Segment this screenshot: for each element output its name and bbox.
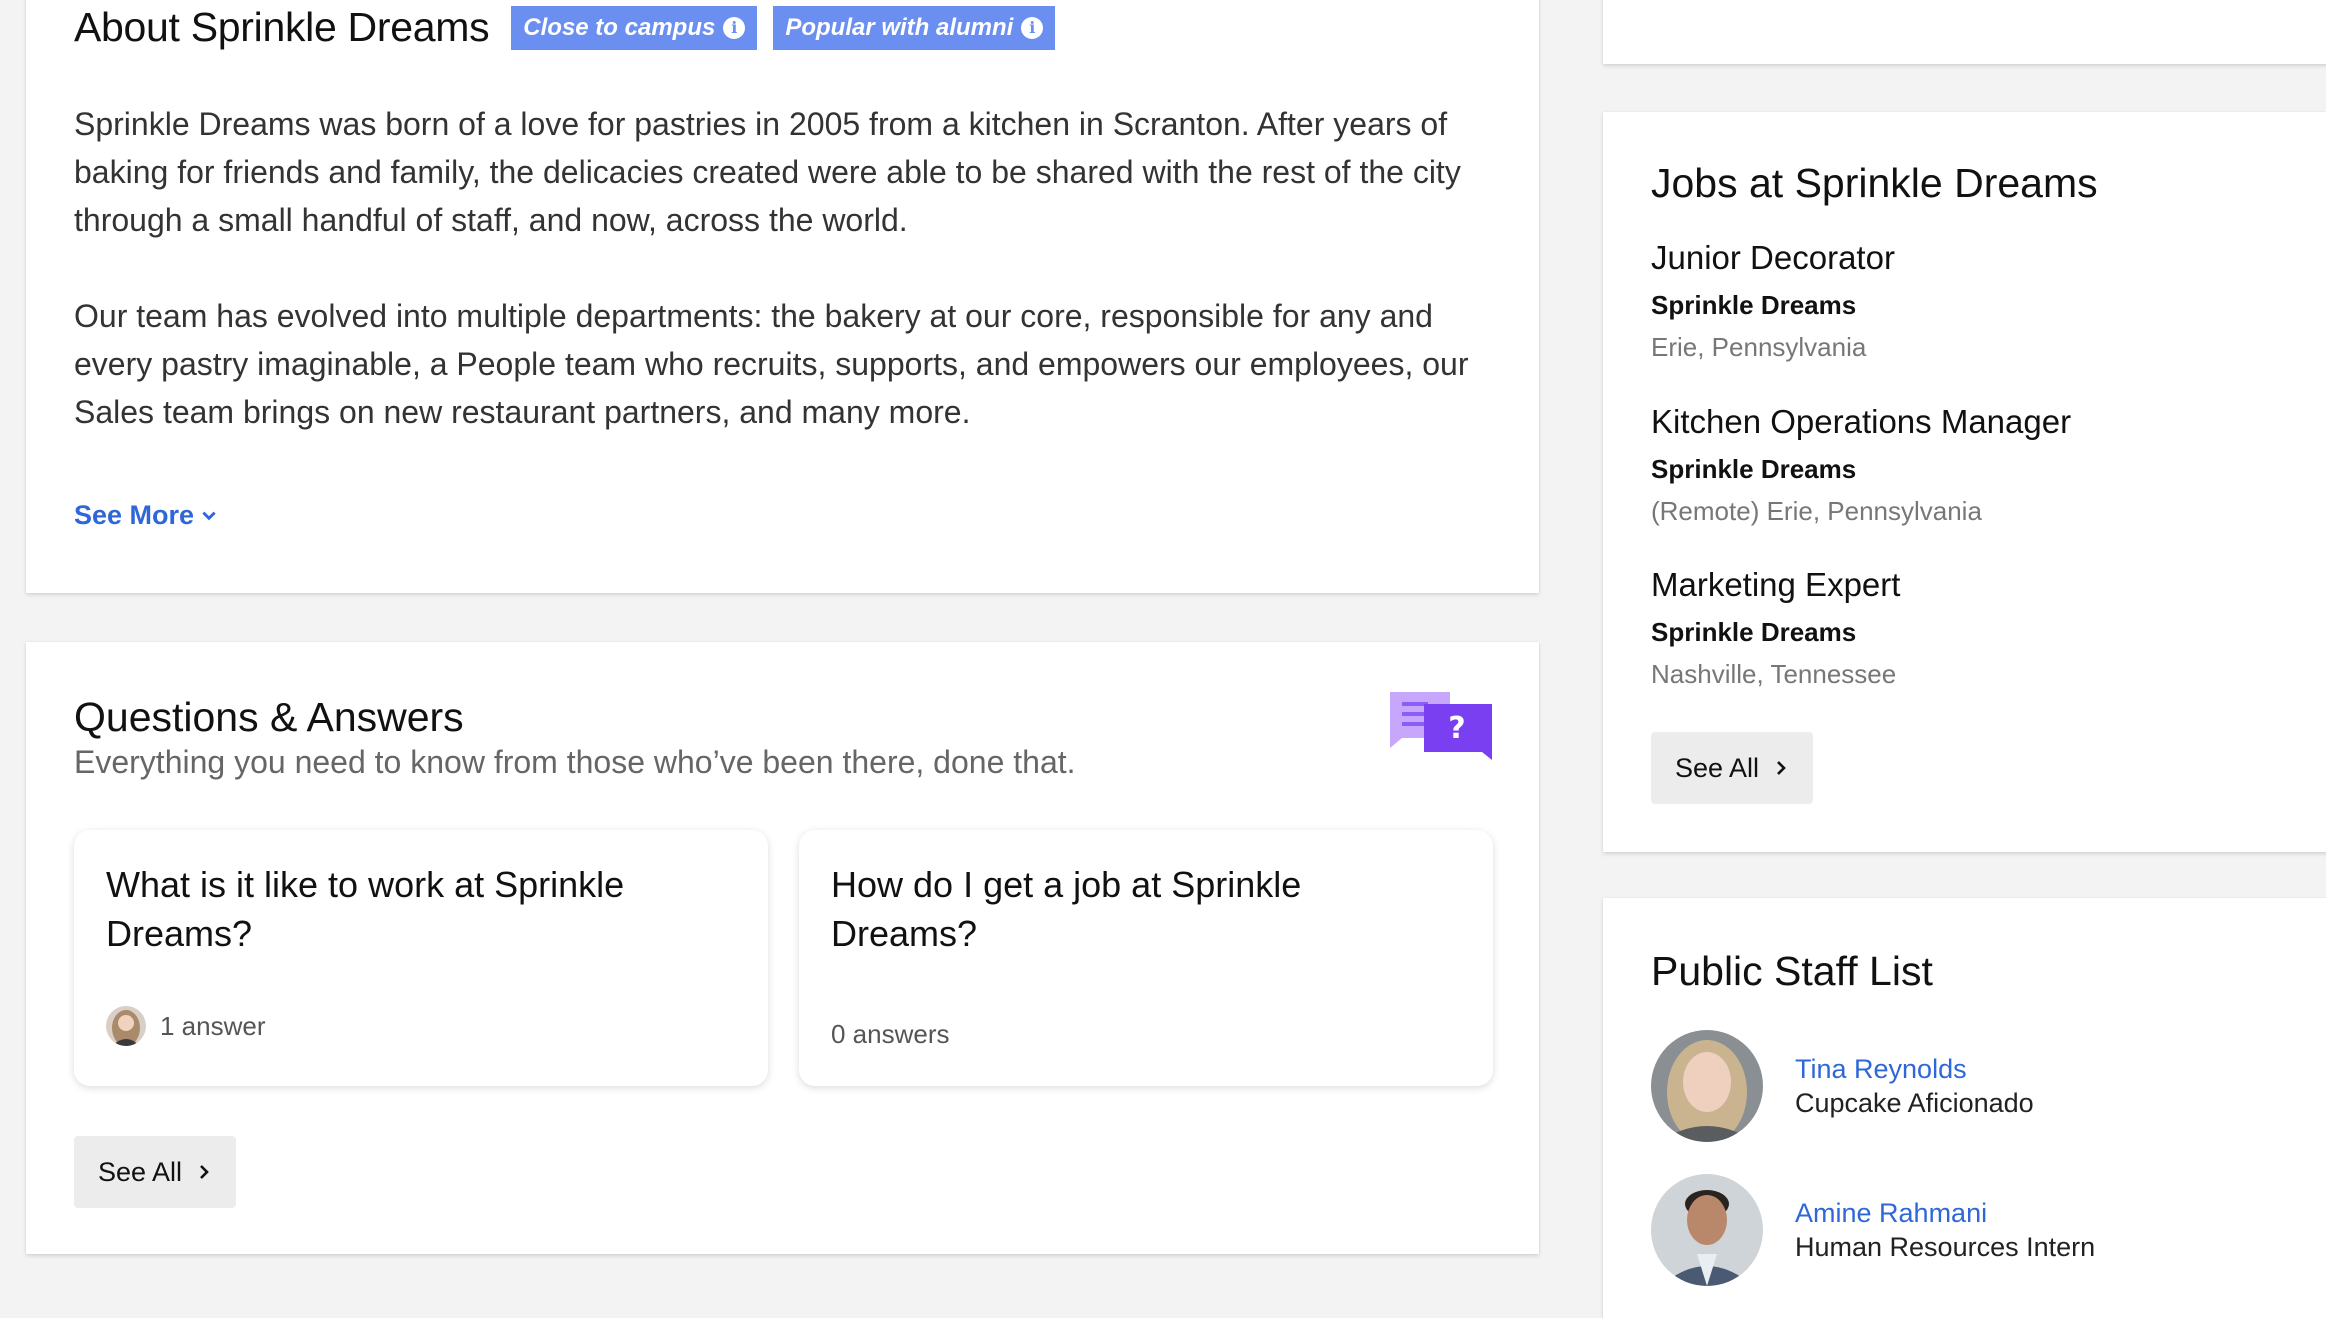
- about-header: About Sprinkle Dreams Close to campus i …: [74, 4, 1056, 51]
- staff-info: Tina Reynolds Cupcake Aficionado: [1795, 1052, 2034, 1120]
- answer-count: 0 answers: [831, 1019, 950, 1049]
- see-all-label: See All: [98, 1156, 183, 1187]
- staff-member[interactable]: Amine Rahmani Human Resources Intern: [1651, 1174, 2095, 1286]
- about-card: About Sprinkle Dreams Close to campus i …: [26, 0, 1539, 593]
- staff-name[interactable]: Tina Reynolds: [1795, 1052, 2034, 1086]
- job-title: Kitchen Operations Manager: [1651, 403, 2072, 440]
- avatar[interactable]: [1651, 1030, 1763, 1142]
- about-paragraph: Sprinkle Dreams was born of a love for p…: [74, 106, 1461, 238]
- question-card[interactable]: What is it like to work at Sprinkle Drea…: [74, 830, 768, 1086]
- info-icon[interactable]: i: [1021, 16, 1044, 39]
- jobs-see-all-button[interactable]: See All: [1651, 732, 1814, 804]
- see-more-label: See More: [74, 500, 195, 530]
- about-title: About Sprinkle Dreams: [74, 4, 490, 50]
- see-more-link[interactable]: See More: [74, 500, 218, 531]
- badge-label: Close to campus: [523, 13, 716, 41]
- answer-count: 1 answer: [160, 1010, 266, 1041]
- job-location: Erie, Pennsylvania: [1651, 332, 1867, 362]
- qa-title: Questions & Answers: [74, 694, 464, 740]
- job-company: Sprinkle Dreams: [1651, 617, 1857, 647]
- info-icon[interactable]: i: [723, 16, 746, 39]
- staff-role: Human Resources Intern: [1795, 1232, 2096, 1262]
- staff-role: Cupcake Aficionado: [1795, 1088, 2034, 1118]
- avatar: [106, 1006, 146, 1046]
- staff-member[interactable]: Tina Reynolds Cupcake Aficionado: [1651, 1030, 2034, 1142]
- staff-title: Public Staff List: [1651, 948, 1933, 994]
- chevron-right-icon: [1777, 761, 1786, 775]
- job-title: Marketing Expert: [1651, 566, 1901, 603]
- answer-count-row: 0 answers: [831, 1019, 950, 1050]
- about-paragraph: Our team has evolved into multiple depar…: [74, 298, 1469, 430]
- answer-count-row: 1 answer: [106, 1006, 266, 1046]
- chevron-right-icon: [200, 1165, 209, 1179]
- staff-info: Amine Rahmani Human Resources Intern: [1795, 1196, 2095, 1264]
- job-item[interactable]: Junior Decorator Sprinkle Dreams Erie, P…: [1651, 238, 1895, 364]
- job-item[interactable]: Kitchen Operations Manager Sprinkle Drea…: [1651, 402, 2071, 528]
- chevron-down-icon: [202, 511, 216, 520]
- badge-label: Popular with alumni: [785, 13, 1014, 41]
- previous-card: [1603, 0, 2326, 64]
- chat-question-icon: ?: [1390, 692, 1492, 760]
- avatar[interactable]: [1651, 1174, 1763, 1286]
- jobs-card: Jobs at Sprinkle Dreams Junior Decorator…: [1603, 112, 2326, 852]
- job-location: Nashville, Tennessee: [1651, 659, 1897, 689]
- close-to-campus-badge[interactable]: Close to campus i: [511, 5, 758, 50]
- qa-see-all-button[interactable]: See All: [74, 1136, 237, 1208]
- staff-list-card: Public Staff List Tina Reynolds Cupcake …: [1603, 898, 2326, 1318]
- job-item[interactable]: Marketing Expert Sprinkle Dreams Nashvil…: [1651, 565, 1900, 691]
- question-text: How do I get a job at Sprinkle Dreams?: [831, 864, 1302, 954]
- svg-text:?: ?: [1448, 711, 1465, 746]
- staff-name[interactable]: Amine Rahmani: [1795, 1196, 2095, 1230]
- popular-with-alumni-badge[interactable]: Popular with alumni i: [773, 5, 1056, 50]
- job-location: (Remote) Erie, Pennsylvania: [1651, 496, 1982, 526]
- questions-answers-card: Questions & Answers Everything you need …: [26, 642, 1539, 1254]
- job-company: Sprinkle Dreams: [1651, 290, 1857, 320]
- question-text: What is it like to work at Sprinkle Drea…: [106, 864, 625, 954]
- qa-subtitle: Everything you need to know from those w…: [74, 744, 1076, 780]
- jobs-title: Jobs at Sprinkle Dreams: [1651, 160, 2098, 206]
- question-card[interactable]: How do I get a job at Sprinkle Dreams? 0…: [799, 830, 1493, 1086]
- job-title: Junior Decorator: [1651, 239, 1895, 276]
- job-company: Sprinkle Dreams: [1651, 454, 1857, 484]
- see-all-label: See All: [1675, 752, 1760, 783]
